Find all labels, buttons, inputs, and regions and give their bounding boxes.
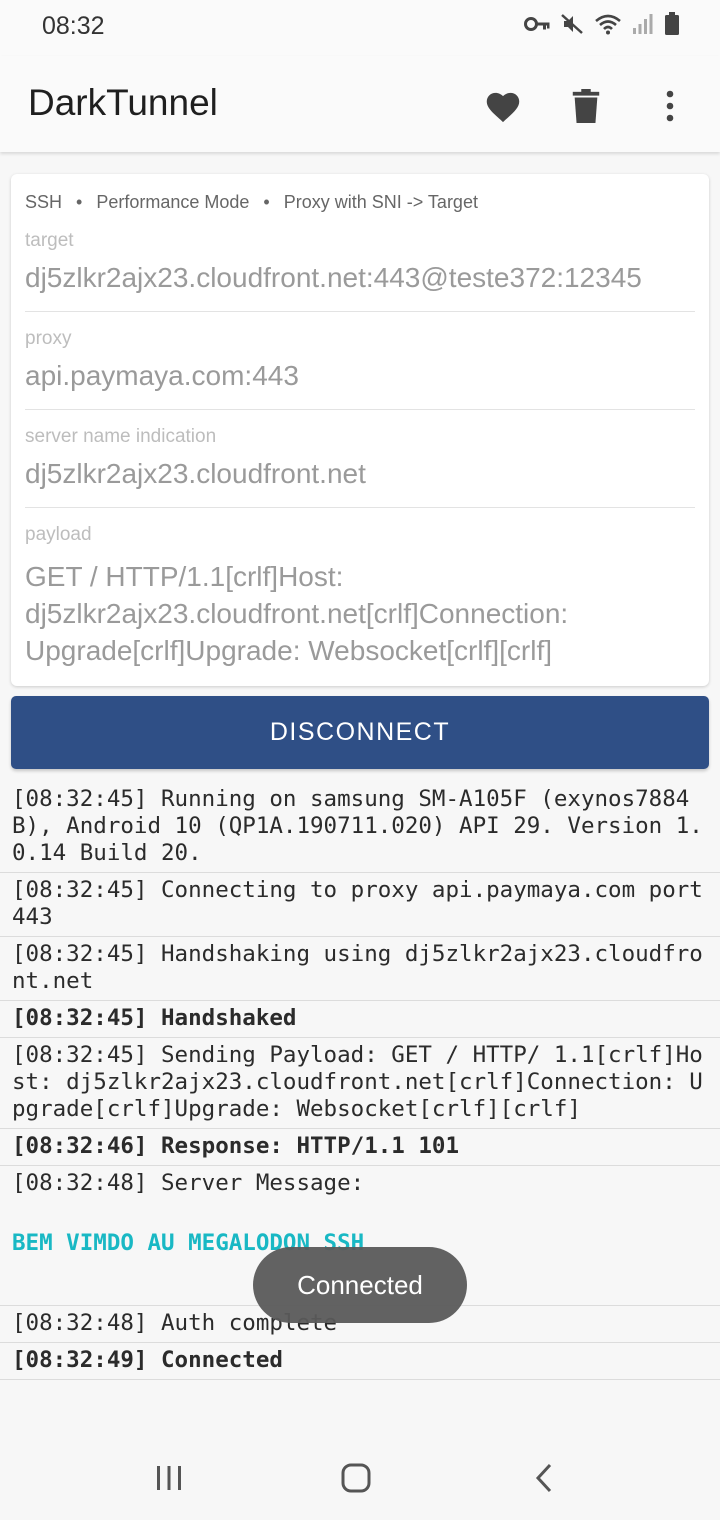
separator: • bbox=[263, 192, 270, 212]
status-bar: 08:32 bbox=[0, 0, 720, 56]
mode-performance: Performance Mode bbox=[96, 192, 250, 212]
delete-icon[interactable] bbox=[562, 82, 610, 130]
toast: Connected bbox=[253, 1247, 467, 1323]
target-field[interactable]: target dj5zlkr2ajx23.cloudfront.net:443@… bbox=[25, 230, 695, 312]
app-bar: DarkTunnel bbox=[0, 56, 720, 152]
log-entry: [08:32:45] Handshaking using dj5zlkr2ajx… bbox=[0, 937, 720, 1001]
payload-field[interactable]: payload GET / HTTP/1.1[crlf]Host: dj5zlk… bbox=[25, 524, 695, 669]
payload-value: GET / HTTP/1.1[crlf]Host: dj5zlkr2ajx23.… bbox=[25, 561, 569, 666]
log-entry: [08:32:45] Connecting to proxy api.payma… bbox=[0, 873, 720, 937]
separator: • bbox=[76, 192, 83, 212]
disconnect-button[interactable]: DISCONNECT bbox=[11, 696, 709, 769]
more-vert-icon[interactable] bbox=[646, 82, 694, 130]
proxy-field[interactable]: proxy api.paymaya.com:443 bbox=[25, 328, 695, 410]
config-card: SSH • Performance Mode • Proxy with SNI -> T… bbox=[11, 174, 709, 686]
mode-ssh: SSH bbox=[25, 192, 63, 212]
sni-value: dj5zlkr2ajx23.cloudfront.net bbox=[25, 458, 366, 489]
battery-icon bbox=[664, 12, 680, 36]
log-entry: [08:32:48] Server Message: bbox=[12, 1170, 365, 1196]
app-title: DarkTunnel bbox=[28, 82, 218, 123]
payload-label: payload bbox=[25, 524, 92, 545]
log-entry: [08:32:45] Sending Payload: GET / HTTP/ … bbox=[0, 1038, 720, 1129]
navigation-bar bbox=[0, 1432, 720, 1520]
log-entry: [08:32:45] Running on samsung SM-A105F (… bbox=[0, 782, 720, 873]
back-icon[interactable] bbox=[514, 1458, 574, 1498]
log-entry: [08:32:49] Connected bbox=[0, 1343, 720, 1380]
home-icon[interactable] bbox=[326, 1458, 386, 1498]
favorite-icon[interactable] bbox=[479, 82, 527, 130]
sni-label: server name indication bbox=[25, 426, 217, 447]
recents-icon[interactable] bbox=[139, 1458, 199, 1498]
signal-icon bbox=[632, 13, 654, 35]
target-value: dj5zlkr2ajx23.cloudfront.net:443@teste37… bbox=[25, 262, 642, 293]
proxy-label: proxy bbox=[25, 328, 72, 349]
mode-summary[interactable]: SSH • Performance Mode • Proxy with SNI -> T… bbox=[25, 192, 478, 213]
vpn-key-icon bbox=[524, 14, 550, 34]
log-entry: [08:32:45] Handshaked bbox=[0, 1001, 720, 1038]
proxy-value: api.paymaya.com:443 bbox=[25, 360, 299, 391]
wifi-icon bbox=[594, 13, 622, 35]
sni-field[interactable]: server name indication dj5zlkr2ajx23.clo… bbox=[25, 426, 695, 508]
status-time: 08:32 bbox=[42, 12, 105, 40]
target-label: target bbox=[25, 230, 74, 251]
log-entry: [08:32:46] Response: HTTP/1.1 101 bbox=[0, 1129, 720, 1166]
mute-icon bbox=[560, 12, 584, 36]
mode-proxy: Proxy with SNI -> Target bbox=[283, 192, 478, 212]
